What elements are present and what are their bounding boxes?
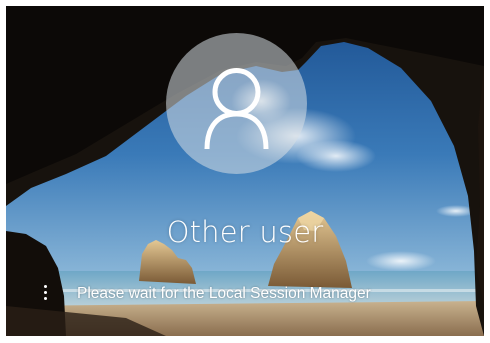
user-silhouette-icon — [204, 68, 269, 150]
spinner-dot — [44, 285, 47, 288]
loading-dots-icon — [43, 285, 49, 303]
status-message: Please wait for the Local Session Manage… — [77, 285, 371, 302]
spinner-dot — [44, 291, 47, 294]
user-avatar — [166, 33, 307, 174]
status-row: Please wait for the Local Session Manage… — [6, 283, 484, 305]
lock-screen: Other user Please wait for the Local Ses… — [6, 6, 484, 336]
spinner-dot — [44, 297, 47, 300]
user-name: Other user — [166, 215, 324, 249]
